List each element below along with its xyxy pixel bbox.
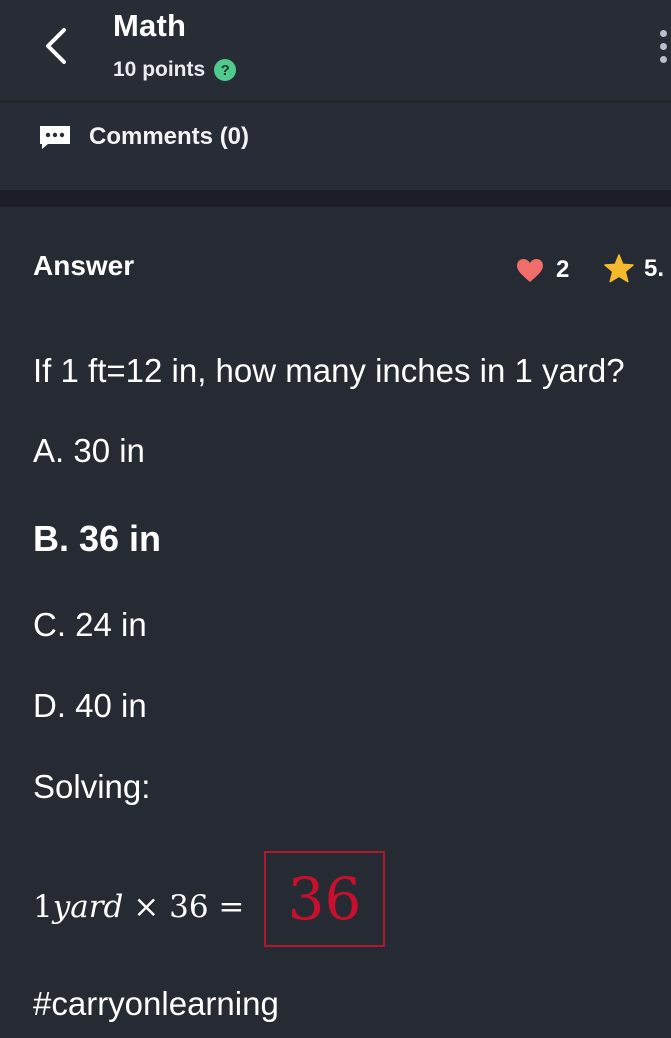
answer-heading: Answer [33,250,135,281]
comments-label: Comments (0) [89,123,250,150]
equation-multiplier: 36 [169,889,209,925]
question-text: If 1 ft=12 in, how many inches in 1 yard… [33,352,625,389]
comments-button[interactable]: Comments (0) [38,117,249,157]
back-button[interactable] [34,20,82,72]
option-d: D. 40 in [33,687,147,724]
more-dot-icon [660,43,667,50]
more-options-button[interactable] [655,28,671,68]
subject-title: Math [113,8,187,43]
question-header: Math 10 points ? [0,0,671,100]
equation-number: 1 [33,889,53,925]
like-button[interactable]: 2 [516,256,569,284]
chevron-left-icon [46,28,66,64]
equation-equals: = [218,889,245,925]
option-a: A. 30 in [33,432,145,469]
equation-operator: × [133,889,160,925]
more-dot-icon [660,30,667,37]
comment-bubble-icon [38,124,72,150]
points-row: 10 points ? [113,58,237,82]
hashtag-text: #carryonlearning [33,985,279,1022]
option-b-selected: B. 36 in [33,518,162,559]
answer-page: Math 10 points ? Comments (0) Answer 2 5… [0,0,671,1038]
points-label: 10 points [113,58,206,81]
equation: 1yard × 36 = [33,889,244,925]
solving-label: Solving: [33,768,151,805]
option-c: C. 24 in [33,606,147,643]
rating-button[interactable]: 5. [604,254,664,283]
equation-variable: yard [52,889,124,925]
section-divider [0,190,671,207]
question-icon[interactable]: ? [214,59,237,81]
comments-bar: Comments (0) [0,100,671,190]
heart-icon [517,258,543,282]
star-icon [604,254,634,283]
boxed-result: 36 [264,851,385,947]
more-dot-icon [660,56,667,63]
like-count: 2 [556,256,570,283]
rating-value: 5. [644,254,665,282]
